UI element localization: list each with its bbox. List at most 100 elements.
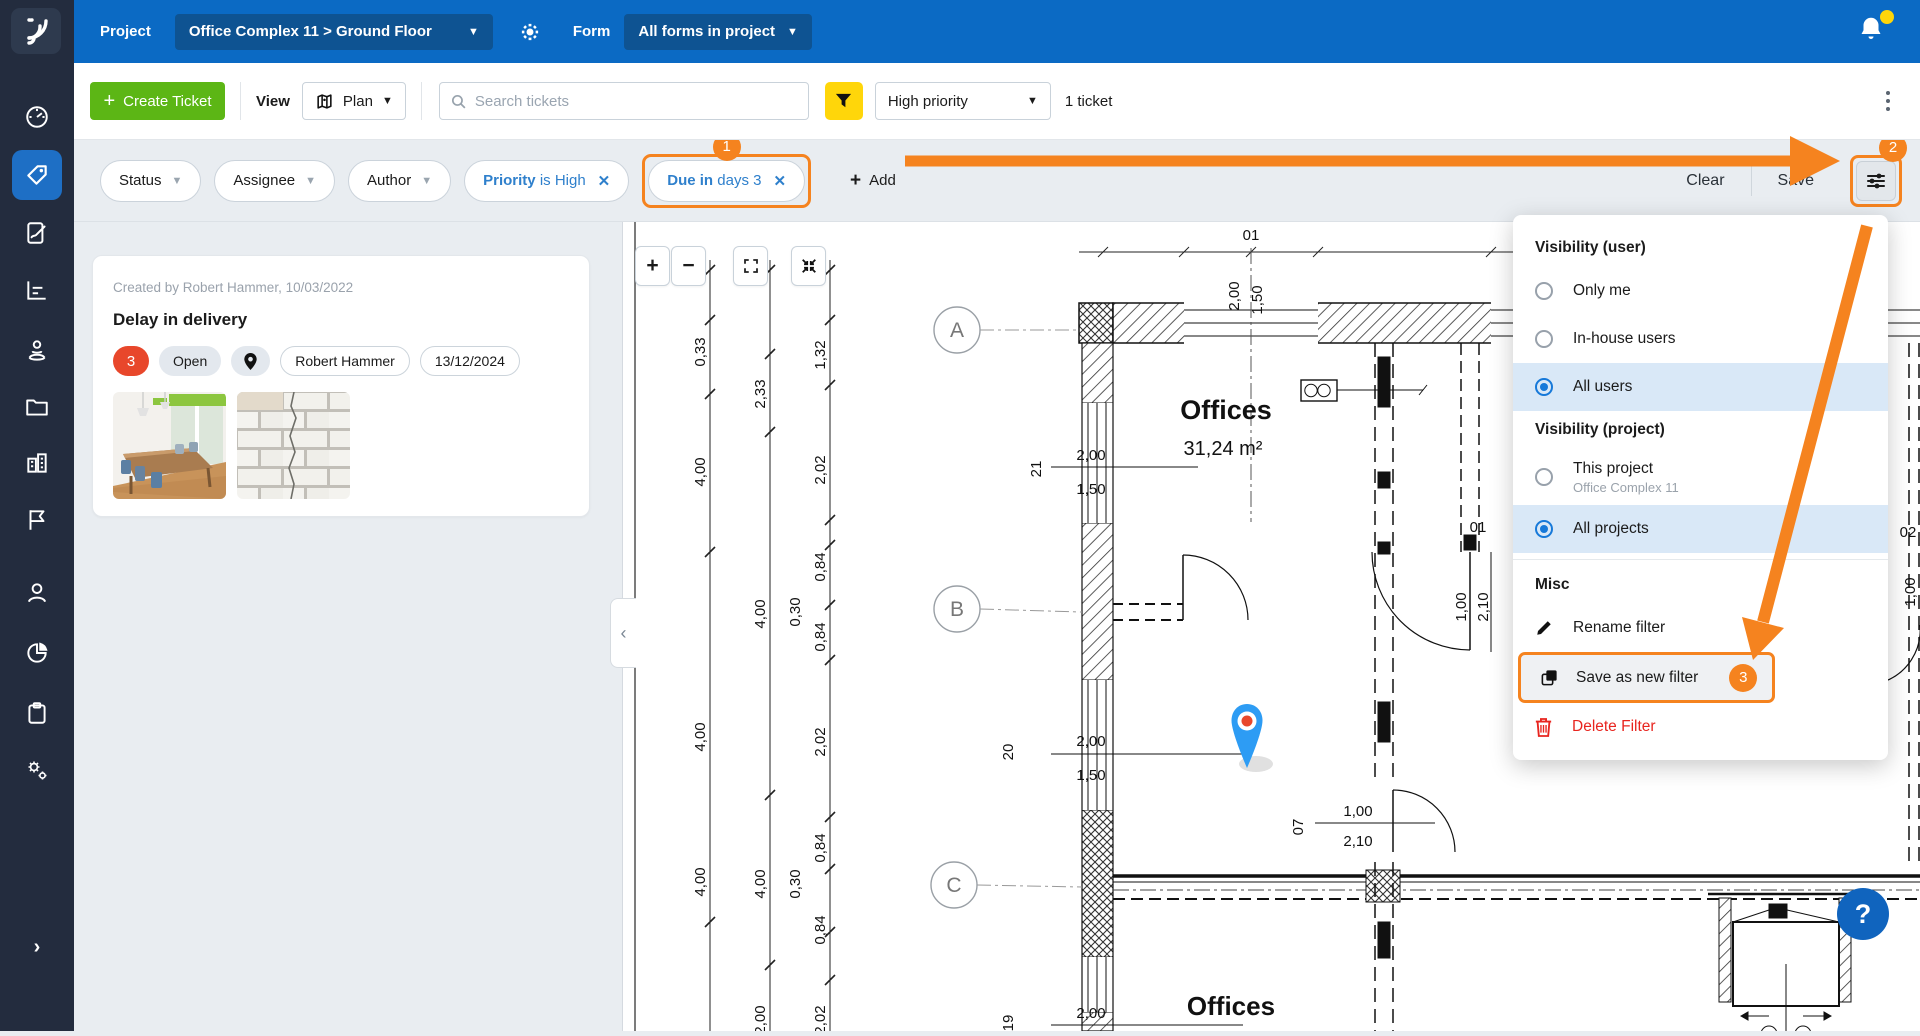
sidebar-item-tickets-active[interactable] bbox=[12, 150, 62, 200]
svg-text:01: 01 bbox=[1243, 227, 1260, 244]
svg-text:1,50: 1,50 bbox=[1249, 285, 1266, 314]
create-ticket-button[interactable]: + Create Ticket bbox=[90, 82, 225, 120]
sidebar-expand-icon[interactable]: › bbox=[0, 936, 74, 959]
form-selector-value: All forms in project bbox=[638, 23, 775, 40]
dimension-labels: 0,33 4,00 4,00 4,00 2,33 4,00 4,00 2,00 … bbox=[692, 337, 829, 1031]
svg-text:Offices: Offices bbox=[1180, 395, 1272, 425]
filter-pill-assignee[interactable]: Assignee▼ bbox=[214, 160, 335, 202]
svg-text:Offices: Offices bbox=[1187, 991, 1275, 1021]
pencil-icon bbox=[1535, 619, 1553, 637]
menu-item-rename-filter[interactable]: Rename filter bbox=[1513, 604, 1888, 652]
filter-settings-button[interactable] bbox=[1856, 161, 1896, 201]
planradar-logo-icon[interactable] bbox=[11, 8, 61, 54]
close-icon[interactable]: ✕ bbox=[598, 172, 611, 190]
filter-pill-status[interactable]: Status▼ bbox=[100, 160, 201, 202]
notifications-bell-icon[interactable] bbox=[1856, 14, 1892, 50]
radio-selected[interactable] bbox=[1535, 520, 1553, 538]
svg-text:B: B bbox=[950, 598, 964, 621]
menu-item-in-house-users[interactable]: In-house users bbox=[1513, 315, 1888, 363]
filter-pill-due[interactable]: Due in days 3 ✕ bbox=[648, 160, 805, 202]
divider bbox=[1513, 559, 1888, 560]
radio-selected[interactable] bbox=[1535, 378, 1553, 396]
help-button[interactable]: ? bbox=[1837, 888, 1889, 940]
more-options-kebab-icon[interactable] bbox=[1882, 87, 1894, 115]
project-selector[interactable]: Office Complex 11 > Ground Floor ▼ bbox=[175, 14, 493, 50]
filter-pill-priority[interactable]: Priority is High ✕ bbox=[464, 160, 629, 202]
pie-chart-icon[interactable] bbox=[0, 631, 74, 675]
view-label: View bbox=[256, 93, 290, 110]
svg-text:0,30: 0,30 bbox=[787, 597, 804, 626]
buildings-icon[interactable] bbox=[0, 441, 74, 485]
filter-button[interactable] bbox=[825, 82, 863, 120]
chevron-down-icon: ▼ bbox=[468, 26, 479, 38]
ticket-due-pill: 13/12/2024 bbox=[420, 346, 520, 376]
menu-item-sublabel: Office Complex 11 bbox=[1573, 480, 1679, 495]
radio-unselected[interactable] bbox=[1535, 282, 1553, 300]
ticket-location-pin-icon[interactable] bbox=[231, 346, 270, 376]
add-filter-button[interactable]: + Add bbox=[850, 170, 896, 192]
chevron-down-icon: ▼ bbox=[305, 175, 316, 187]
fullscreen-button[interactable] bbox=[733, 246, 768, 286]
ticket-list-panel: Created by Robert Hammer, 10/03/2022 Del… bbox=[74, 222, 622, 1031]
clear-filters-button[interactable]: Clear bbox=[1660, 172, 1750, 190]
menu-item-save-as-new-filter[interactable]: Save as new filter 3 bbox=[1518, 652, 1775, 703]
ticket-card[interactable]: Created by Robert Hammer, 10/03/2022 Del… bbox=[92, 255, 590, 517]
svg-text:1,00: 1,00 bbox=[1453, 592, 1470, 621]
svg-text:2,02: 2,02 bbox=[812, 727, 829, 756]
close-icon[interactable]: ✕ bbox=[773, 172, 786, 190]
svg-text:4,00: 4,00 bbox=[692, 867, 709, 896]
menu-item-this-project[interactable]: This project Office Complex 11 bbox=[1513, 449, 1888, 505]
svg-text:4,00: 4,00 bbox=[692, 457, 709, 486]
clipboard-icon[interactable] bbox=[0, 691, 74, 735]
ticket-author-pill: Robert Hammer bbox=[280, 346, 410, 376]
topbar: Project Office Complex 11 > Ground Floor… bbox=[74, 0, 1920, 63]
svg-text:31,24 m²: 31,24 m² bbox=[1184, 438, 1263, 460]
fit-view-button[interactable] bbox=[791, 246, 826, 286]
settings-gears-icon[interactable] bbox=[0, 748, 74, 792]
svg-text:01: 01 bbox=[1470, 519, 1487, 536]
saved-filter-selector[interactable]: High priority ▼ bbox=[875, 82, 1051, 120]
flag-icon[interactable] bbox=[0, 498, 74, 542]
dashboard-icon[interactable] bbox=[0, 95, 74, 139]
ticket-title: Delay in delivery bbox=[113, 310, 569, 330]
user-icon[interactable] bbox=[0, 571, 74, 615]
forms-icon[interactable] bbox=[0, 211, 74, 255]
grid-axis-markers: A B C bbox=[931, 307, 1082, 908]
svg-text:0,84: 0,84 bbox=[812, 552, 829, 581]
project-settings-gear-icon[interactable] bbox=[517, 19, 543, 45]
project-label: Project bbox=[100, 23, 151, 40]
folder-icon[interactable] bbox=[0, 385, 74, 429]
svg-text:1,32: 1,32 bbox=[812, 340, 829, 369]
zoom-in-button[interactable]: + bbox=[635, 246, 670, 286]
sidebar: › bbox=[0, 0, 74, 1031]
svg-text:C: C bbox=[946, 874, 961, 897]
menu-item-all-projects[interactable]: All projects bbox=[1513, 505, 1888, 553]
ticket-map-pin-icon[interactable] bbox=[1225, 700, 1275, 785]
panel-collapse-handle[interactable]: ‹ bbox=[610, 598, 636, 668]
svg-text:20: 20 bbox=[1000, 744, 1017, 761]
svg-text:2,33: 2,33 bbox=[752, 379, 769, 408]
zoom-out-button[interactable]: − bbox=[671, 246, 706, 286]
divider bbox=[421, 82, 422, 120]
statistics-icon[interactable] bbox=[0, 268, 74, 312]
menu-item-delete-filter[interactable]: Delete Filter bbox=[1513, 703, 1888, 751]
ticket-created-line: Created by Robert Hammer, 10/03/2022 bbox=[113, 280, 569, 295]
svg-text:2,00: 2,00 bbox=[1076, 733, 1105, 750]
menu-item-all-users[interactable]: All users bbox=[1513, 363, 1888, 411]
svg-text:02: 02 bbox=[1900, 524, 1917, 541]
save-filter-button[interactable]: Save bbox=[1752, 172, 1840, 190]
ticket-photo-meeting-room[interactable] bbox=[113, 392, 226, 499]
filter-settings-highlight-box: 2 bbox=[1850, 155, 1902, 207]
filter-settings-menu: Visibility (user) Only me In-house users… bbox=[1513, 215, 1888, 760]
form-selector[interactable]: All forms in project ▼ bbox=[624, 14, 812, 50]
ticket-count-badge: 3 bbox=[113, 346, 149, 376]
search-tickets-input[interactable] bbox=[475, 93, 798, 110]
radio-unselected[interactable] bbox=[1535, 468, 1553, 486]
menu-item-only-me[interactable]: Only me bbox=[1513, 267, 1888, 315]
view-selector[interactable]: Plan ▼ bbox=[302, 82, 406, 120]
location-person-icon[interactable] bbox=[0, 328, 74, 372]
ticket-photo-brick-wall[interactable] bbox=[237, 392, 350, 499]
filter-pill-author[interactable]: Author▼ bbox=[348, 160, 451, 202]
radio-unselected[interactable] bbox=[1535, 330, 1553, 348]
trash-icon bbox=[1535, 718, 1552, 737]
